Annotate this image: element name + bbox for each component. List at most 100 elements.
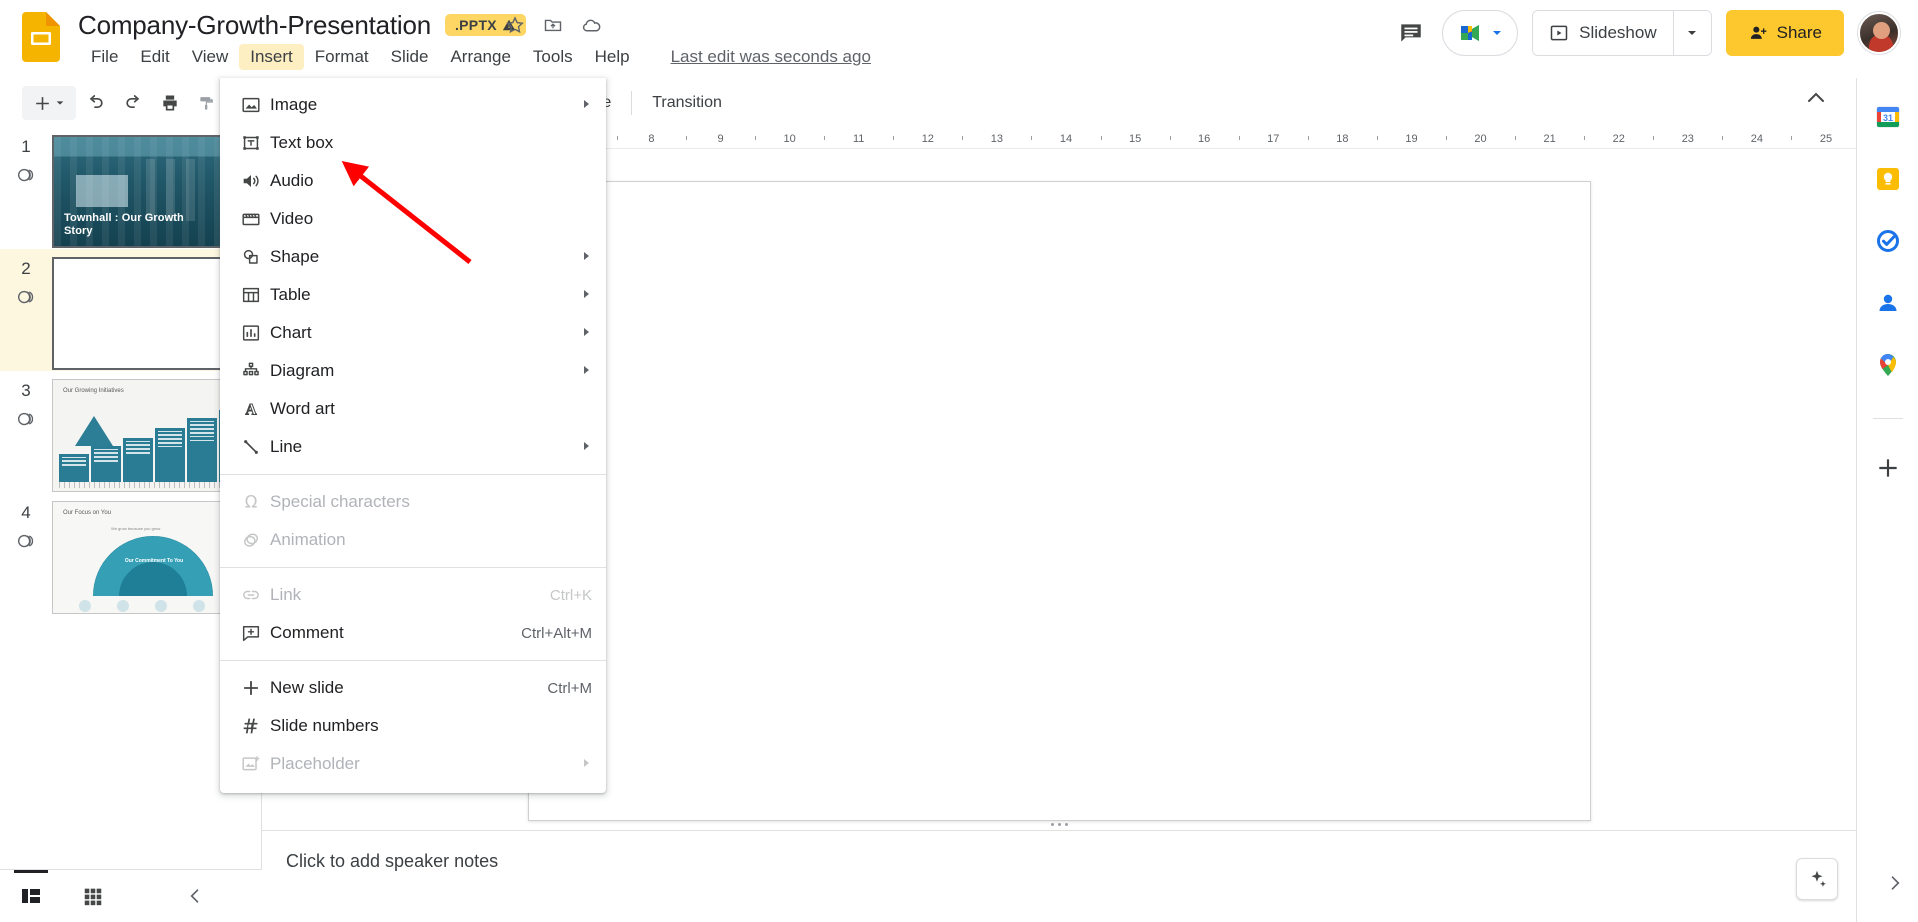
menu-view[interactable]: View xyxy=(181,44,240,70)
insert-menu[interactable]: Image Text box AudioVideoShapeTableChartDi… xyxy=(220,78,606,793)
last-edit-status[interactable]: Last edit was seconds ago xyxy=(671,47,871,67)
menu-item-animation: Animation xyxy=(220,521,606,559)
ruler-tick-mark xyxy=(617,136,618,140)
slide-layers-icon[interactable] xyxy=(15,530,37,557)
expand-panel-icon[interactable] xyxy=(1878,866,1912,900)
slide-canvas[interactable] xyxy=(528,181,1591,821)
new-slide-button[interactable] xyxy=(22,86,76,120)
thumb-triangle xyxy=(75,416,113,446)
menu-item-table[interactable]: Table xyxy=(220,276,606,314)
grid-view-icon[interactable] xyxy=(62,870,124,922)
print-button[interactable] xyxy=(153,86,187,120)
menu-item-text-box[interactable]: Text box xyxy=(220,124,606,162)
menu-item-new-slide[interactable]: New slideCtrl+M xyxy=(220,669,606,707)
get-addons-icon[interactable] xyxy=(1873,453,1903,483)
ruler-tick-label: 24 xyxy=(1751,133,1763,145)
avatar[interactable] xyxy=(1858,12,1900,54)
slide-subtitle-text: We grow because you grow xyxy=(111,526,160,531)
menu-item-diagram[interactable]: Diagram xyxy=(220,352,606,390)
thumb-screen xyxy=(76,175,128,207)
link-icon xyxy=(240,584,270,606)
slides-logo-icon[interactable] xyxy=(22,12,60,62)
menu-item-comment[interactable]: CommentCtrl+Alt+M xyxy=(220,614,606,652)
slide-number: 1 xyxy=(21,137,30,157)
undo-button[interactable] xyxy=(79,86,113,120)
thumb-bar xyxy=(59,454,89,482)
slide-number: 4 xyxy=(21,503,30,523)
menu-item-chart[interactable]: Chart xyxy=(220,314,606,352)
redo-button[interactable] xyxy=(116,86,150,120)
menu-item-label: Line xyxy=(270,437,570,457)
ruler-tick-label: 17 xyxy=(1267,133,1279,145)
menu-item-line[interactable]: Line xyxy=(220,428,606,466)
menu-help[interactable]: Help xyxy=(584,44,641,70)
menu-slide[interactable]: Slide xyxy=(380,44,440,70)
move-to-folder-icon[interactable] xyxy=(538,10,568,40)
menu-edit[interactable]: Edit xyxy=(129,44,180,70)
filmstrip-view-icon[interactable] xyxy=(0,870,62,922)
submenu-arrow-icon xyxy=(582,323,592,343)
google-tasks-icon[interactable] xyxy=(1873,226,1903,256)
paint-format-button[interactable] xyxy=(190,86,224,120)
cloud-saved-icon[interactable] xyxy=(576,10,606,40)
thumb-bar xyxy=(187,418,217,482)
notes-resize-handle[interactable] xyxy=(262,818,1856,830)
google-meet-button[interactable] xyxy=(1442,10,1518,56)
menu-item-shortcut: Ctrl+K xyxy=(550,587,592,604)
slideshow-button[interactable]: Slideshow xyxy=(1533,11,1673,55)
menu-item-label: Word art xyxy=(270,399,592,419)
ruler-tick-label: 21 xyxy=(1544,133,1556,145)
ruler-tick-mark xyxy=(686,136,687,140)
google-keep-icon[interactable] xyxy=(1873,164,1903,194)
menu-item-slide-numbers[interactable]: Slide numbers xyxy=(220,707,606,745)
google-calendar-icon[interactable]: 31 xyxy=(1873,102,1903,132)
comment-history-icon[interactable] xyxy=(1394,16,1428,50)
print-icon xyxy=(160,93,180,113)
slide-number: 2 xyxy=(21,259,30,279)
page-title[interactable]: Company-Growth-Presentation xyxy=(78,10,431,41)
menu-arrange[interactable]: Arrange xyxy=(439,44,521,70)
menu-file[interactable]: File xyxy=(80,44,129,70)
ruler-tick-label: 11 xyxy=(853,133,864,145)
menu-insert[interactable]: Insert xyxy=(239,44,304,70)
slide-layers-icon[interactable] xyxy=(15,408,37,435)
menu-item-audio[interactable]: Audio xyxy=(220,162,606,200)
comment-plus-icon xyxy=(240,622,270,644)
menu-bar: File Edit View Insert Format Slide Arran… xyxy=(80,44,871,70)
menu-tools[interactable]: Tools xyxy=(522,44,584,70)
menu-item-word-art[interactable]: AWord art xyxy=(220,390,606,428)
menu-separator xyxy=(220,567,606,568)
toolbar-transition-button[interactable]: Transition xyxy=(641,88,733,118)
diagram-icon xyxy=(240,360,270,382)
collapse-toolbar-icon[interactable] xyxy=(1804,86,1828,115)
slideshow-options-button[interactable] xyxy=(1673,11,1711,55)
google-slides-app: Company-Growth-Presentation .PPTX File E… xyxy=(0,0,1918,922)
slide-title-text: Our Focus on You xyxy=(63,510,111,516)
menu-item-label: Text box xyxy=(270,133,592,153)
share-button[interactable]: Share xyxy=(1726,10,1844,56)
google-contacts-icon[interactable] xyxy=(1873,288,1903,318)
menu-item-video[interactable]: Video xyxy=(220,200,606,238)
google-maps-icon[interactable] xyxy=(1873,350,1903,380)
top-bar: Company-Growth-Presentation .PPTX File E… xyxy=(0,0,1918,78)
person-add-icon xyxy=(1748,23,1768,43)
menu-item-image[interactable]: Image xyxy=(220,86,606,124)
star-icon[interactable] xyxy=(500,10,530,40)
menu-item-shape[interactable]: Shape xyxy=(220,238,606,276)
slide-meta: 4 xyxy=(0,501,52,557)
menu-format[interactable]: Format xyxy=(304,44,380,70)
toolbar-divider xyxy=(631,91,632,115)
slide-layers-icon[interactable] xyxy=(15,164,37,191)
explore-icon[interactable] xyxy=(1796,858,1838,900)
omega-icon: Ω xyxy=(240,491,270,513)
speaker-notes-placeholder[interactable]: Click to add speaker notes xyxy=(286,851,1832,872)
menu-separator xyxy=(220,660,606,661)
ruler-tick-mark xyxy=(1377,136,1378,140)
ruler-tick-label: 25 xyxy=(1820,133,1832,145)
speaker-notes-panel[interactable]: Click to add speaker notes xyxy=(262,830,1856,922)
collapse-filmstrip-icon[interactable] xyxy=(178,879,212,913)
title-actions xyxy=(500,10,606,40)
slide-meta: 1 xyxy=(0,135,52,191)
ruler-tick-label: 15 xyxy=(1129,133,1141,145)
slide-layers-icon[interactable] xyxy=(15,286,37,313)
